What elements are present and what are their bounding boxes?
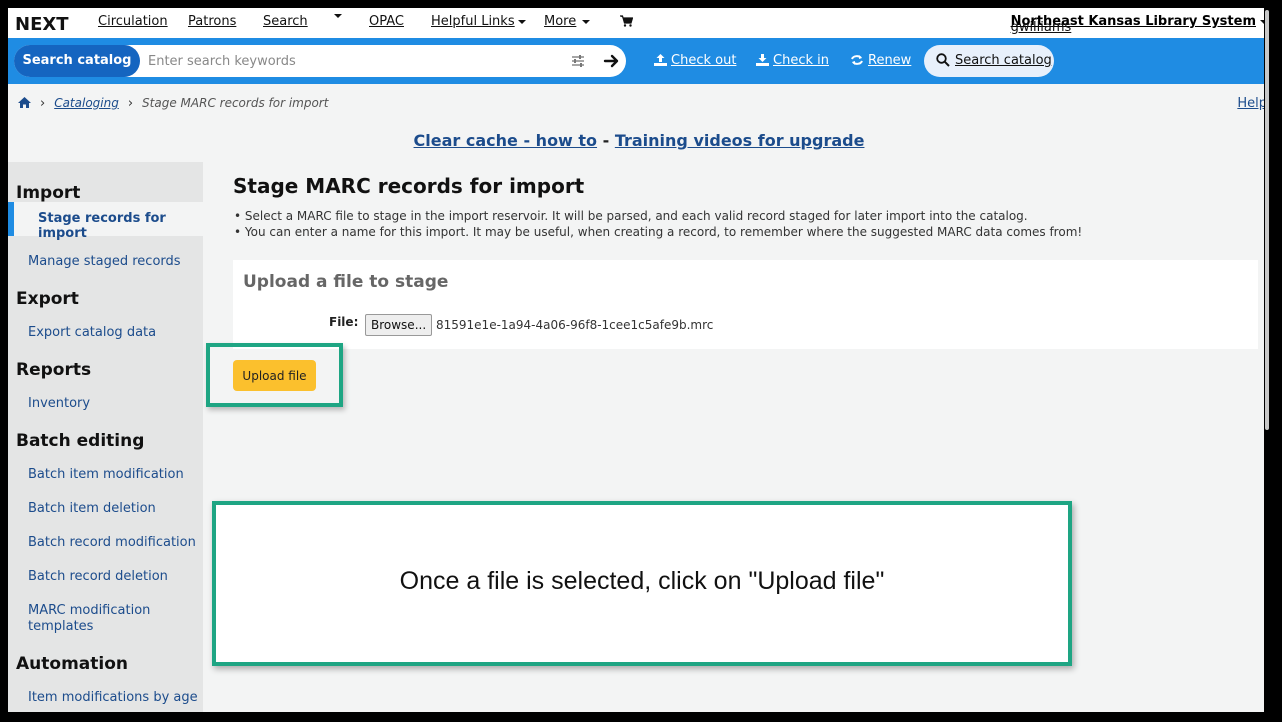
sidebar-item-label-line1: MARC modification [28,603,151,618]
sidebar-item-batch-item-deletion[interactable]: Batch item deletion [28,501,156,517]
search-options-icon[interactable] [571,54,585,68]
sidebar-item-export-catalog[interactable]: Export catalog data [28,325,156,341]
sidebar-item-marc-modification-templates[interactable]: MARC modification templates [28,603,150,635]
help-link[interactable]: Help [1237,96,1267,111]
training-videos-link[interactable]: Training videos for upgrade [615,131,865,150]
sidebar-item-batch-record-deletion[interactable]: Batch record deletion [28,569,168,585]
renew-label: Renew [868,53,912,68]
nav-more[interactable]: More [544,14,591,29]
upload-panel-title: Upload a file to stage [243,272,449,292]
search-box: Search catalog [14,45,626,77]
chevron-down-icon [582,19,591,24]
instruction-item: • Select a MARC file to stage in the imp… [234,209,1028,223]
checkout-link[interactable]: Check out [654,53,736,68]
clear-cache-link[interactable]: Clear cache - how to [414,131,598,150]
breadcrumb-separator-icon: › [40,96,46,111]
download-icon [756,54,769,66]
nav-opac[interactable]: OPAC [369,14,404,29]
user-menu[interactable]: gwilliams Northeast Kansas Library Syste… [1011,14,1268,35]
announcement-bar: Clear cache - how to - Training videos f… [8,131,1270,150]
search-dropdown-caret-icon[interactable] [334,14,342,18]
breadcrumb-separator-icon: › [127,96,134,111]
page-title: Stage MARC records for import [233,174,585,198]
upload-panel: Upload a file to stage File: Browse... 8… [233,260,1258,349]
sidebar-heading-automation: Automation [16,654,128,674]
scrollbar-thumb[interactable] [1265,10,1269,430]
sidebar-item-stage-records[interactable]: Stage records for import [8,202,203,241]
instruction-text: Select a MARC file to stage in the impor… [244,209,1028,223]
search-scope-button[interactable]: Search catalog [14,45,140,77]
selected-file-name: 81591e1e-1a94-4a06-96f8-1cee1c5afe9b.mrc [436,318,714,332]
search-input[interactable] [148,51,568,71]
search-icon [936,53,950,67]
search-catalog-button[interactable]: Search catalog [924,45,1054,77]
renew-icon [851,55,863,65]
nav-helpful-links[interactable]: Helpful Links [431,14,526,29]
sidebar-heading-batch-editing: Batch editing [16,431,145,451]
checkin-link[interactable]: Check in [756,53,829,68]
search-catalog-label: Search catalog [955,53,1052,68]
sidebar-item-inventory[interactable]: Inventory [28,396,90,412]
logo[interactable]: NEXT [15,14,69,35]
top-navbar: NEXT Circulation Patrons Search OPAC Hel… [8,8,1270,38]
sidebar-item-manage-staged[interactable]: Manage staged records [28,254,181,270]
nav-helpful-links-label: Helpful Links [431,14,515,29]
renew-link[interactable]: Renew [850,53,911,68]
breadcrumb: › Cataloging › Stage MARC records for impor… [18,96,328,111]
upload-icon [654,54,667,66]
instructions-list: • Select a MARC file to stage in the imp… [234,208,1082,240]
upload-button-highlight [206,343,343,407]
callout-text: Once a file is selected, click on "Uploa… [399,567,885,595]
cart-icon[interactable] [620,15,633,27]
sidebar-item-batch-item-modification[interactable]: Batch item modification [28,467,184,483]
sidebar: Import Stage records for import Manage s… [8,162,203,712]
checkout-label: Check out [671,53,737,68]
sidebar-item-label-line2: templates [28,619,94,634]
nav-more-label: More [544,14,577,29]
breadcrumb-cataloging[interactable]: Cataloging [54,96,119,110]
search-submit-arrow-icon[interactable] [602,52,622,70]
chevron-down-icon [517,19,526,24]
sidebar-item-label: Stage records for import [38,211,166,241]
sidebar-heading-reports: Reports [16,360,92,380]
announcement-separator: - [597,131,615,150]
nav-search[interactable]: Search [263,14,308,29]
nav-circulation[interactable]: Circulation [98,14,168,29]
home-icon[interactable] [18,97,31,108]
sidebar-heading-import: Import [16,183,81,203]
checkin-label: Check in [773,53,829,68]
breadcrumb-current: Stage MARC records for import [142,96,329,110]
nav-patrons[interactable]: Patrons [188,14,236,29]
search-toolbar: Search catalog Check out Check in Renew … [8,38,1270,84]
instruction-text: You can enter a name for this import. It… [244,225,1083,239]
sidebar-item-batch-record-modification[interactable]: Batch record modification [28,535,196,551]
sidebar-heading-export: Export [16,289,79,309]
instruction-item: • You can enter a name for this import. … [234,225,1083,239]
browse-button[interactable]: Browse... [365,314,433,336]
file-label: File: [329,315,359,329]
username: gwilliams [1010,20,1072,35]
sidebar-item-item-modifications-by-age[interactable]: Item modifications by age [28,690,198,706]
instruction-callout: Once a file is selected, click on "Uploa… [212,501,1072,666]
app-window: NEXT Circulation Patrons Search OPAC Hel… [8,8,1270,712]
